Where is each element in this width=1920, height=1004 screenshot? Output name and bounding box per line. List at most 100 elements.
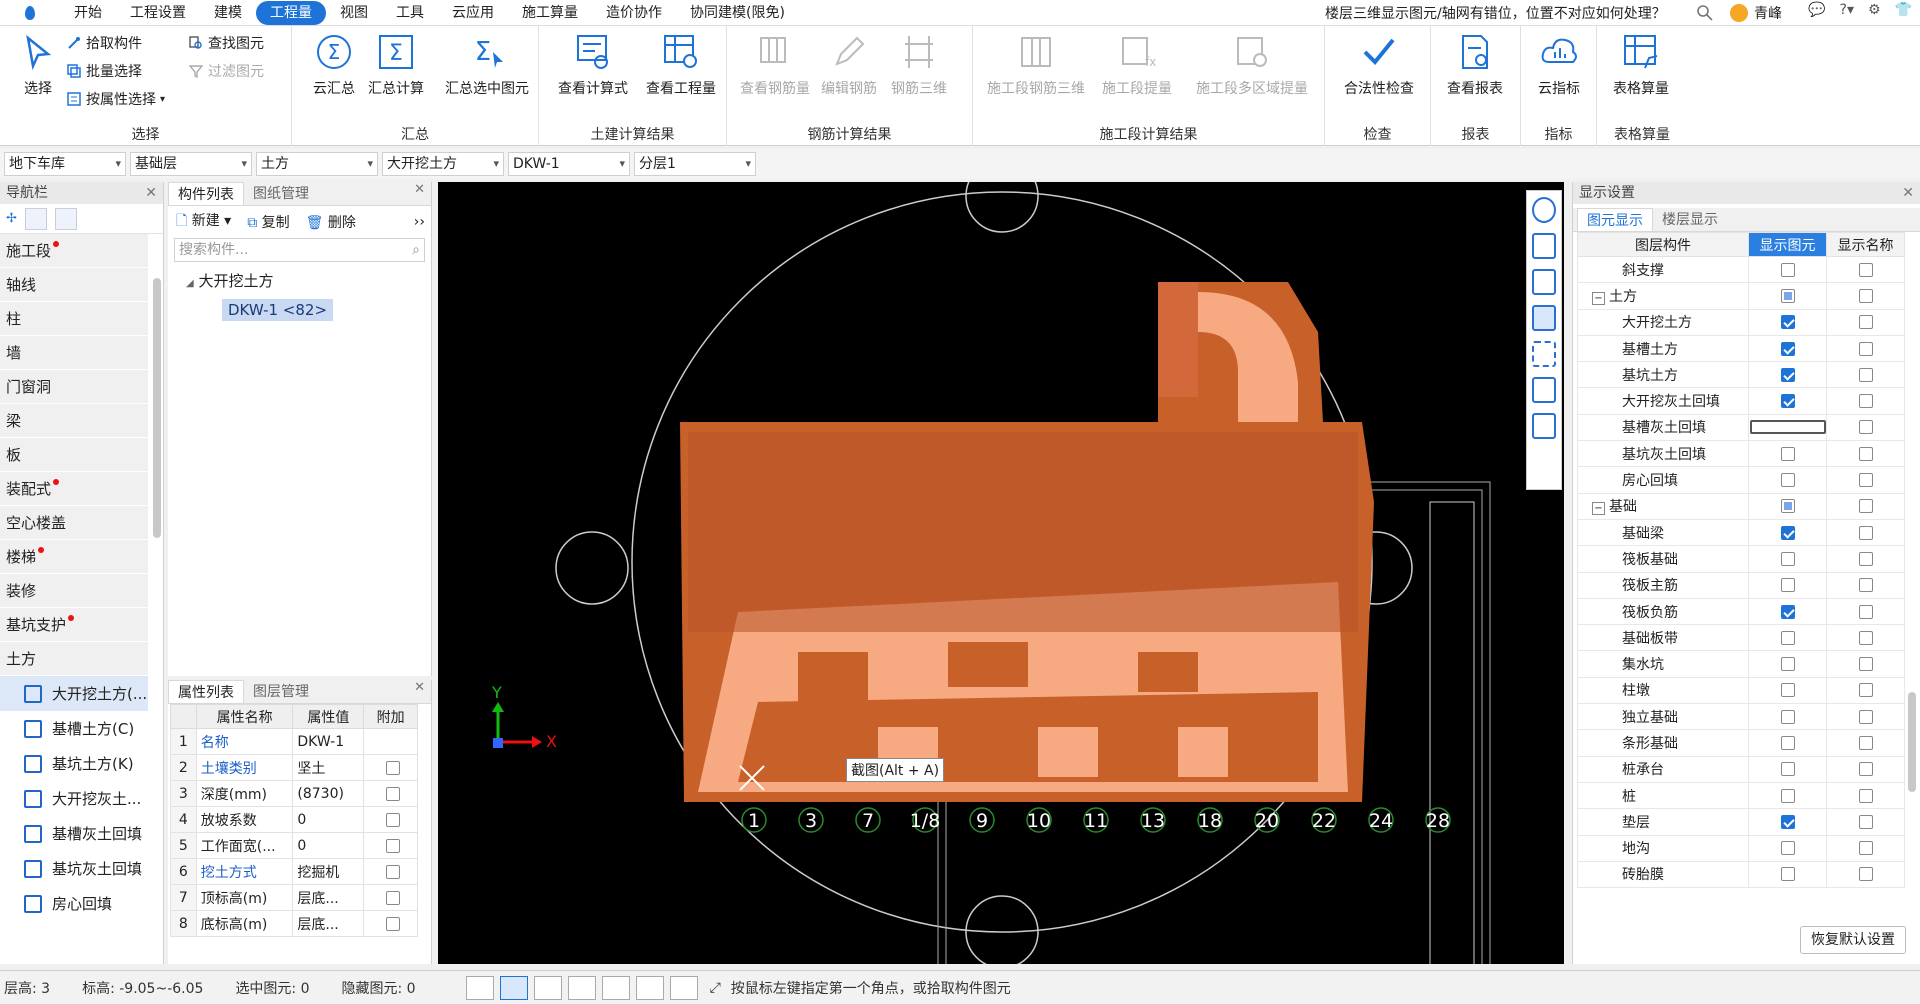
extra-checkbox[interactable] xyxy=(385,916,400,931)
property-name[interactable]: 挖土方式 xyxy=(195,858,294,885)
show-name-cell[interactable] xyxy=(1826,860,1905,889)
nav-category[interactable]: 施工段 xyxy=(0,234,148,268)
menu-item[interactable]: 工具 xyxy=(382,1,438,25)
show-element-cell[interactable] xyxy=(1748,387,1827,415)
stage-multi-button[interactable]: 施工段多区域提量 xyxy=(1187,32,1317,102)
table-row[interactable]: 基槽土方 xyxy=(1577,334,1905,363)
table-row[interactable]: 8 底标高(m) 层底... xyxy=(170,910,418,937)
show-element-checkbox[interactable] xyxy=(1780,551,1795,566)
show-name-cell[interactable] xyxy=(1826,834,1905,862)
show-element-cell[interactable] xyxy=(1748,597,1827,626)
table-row[interactable]: 筏板基础 xyxy=(1577,545,1905,573)
show-element-cell[interactable] xyxy=(1748,676,1827,705)
nav-category[interactable]: 门窗洞 xyxy=(0,370,148,404)
help-icon[interactable]: ?▾ xyxy=(1840,2,1854,18)
show-name-checkbox[interactable] xyxy=(1858,394,1873,409)
show-element-cell[interactable] xyxy=(1748,624,1827,652)
show-name-checkbox[interactable] xyxy=(1858,867,1873,882)
view-rebar-button[interactable]: 查看钢筋量 xyxy=(737,32,813,102)
layer-cube-icon[interactable] xyxy=(1532,377,1556,403)
property-value[interactable]: 层底... xyxy=(292,884,365,911)
show-element-cell[interactable] xyxy=(1748,255,1827,284)
table-row[interactable]: 砖胎膜 xyxy=(1577,860,1905,889)
arc-icon[interactable] xyxy=(669,975,698,1000)
show-name-checkbox[interactable] xyxy=(1858,630,1873,645)
show-name-cell[interactable] xyxy=(1826,361,1905,389)
nav-category[interactable]: 梁 xyxy=(0,404,148,438)
settings-icon[interactable]: ⚙ xyxy=(1868,2,1881,18)
batch-select-button[interactable]: 批量选择 xyxy=(66,60,142,82)
stage-quantity-button[interactable]: fx 施工段提量 xyxy=(1097,32,1177,102)
viewport-canvas[interactable]: X Y 1 3 7 1/8 9 10 11 13 18 20 22 24 28 xyxy=(438,182,1564,964)
help-search-box[interactable]: 楼层三维显示图元/轴网有错位，位置不对应如何处理？ xyxy=(1325,2,1725,24)
show-element-cell[interactable] xyxy=(1748,781,1827,810)
show-element-checkbox[interactable] xyxy=(1780,499,1795,514)
show-element-checkbox[interactable] xyxy=(1780,341,1795,356)
show-element-checkbox[interactable] xyxy=(1780,262,1795,277)
3d-viewport[interactable]: X Y 1 3 7 1/8 9 10 11 13 18 20 22 24 28 xyxy=(438,182,1564,964)
table-row[interactable]: 筏板主筋 xyxy=(1577,571,1905,599)
show-element-checkbox[interactable] xyxy=(1780,762,1795,777)
table-row[interactable]: 地沟 xyxy=(1577,834,1905,862)
table-row[interactable]: 1 名称 DKW-1 xyxy=(170,728,418,755)
table-row[interactable]: 4 放坡系数 0 xyxy=(170,806,418,833)
detail-view-icon[interactable] xyxy=(54,207,77,230)
nav-category[interactable]: 装修 xyxy=(0,574,148,608)
table-row[interactable]: 基础梁 xyxy=(1577,518,1905,547)
cross-select-icon[interactable] xyxy=(533,975,562,1000)
property-value[interactable]: 层底... xyxy=(292,910,365,937)
show-name-cell[interactable] xyxy=(1826,413,1905,442)
cloud-summary-button[interactable]: Σ 云汇总 xyxy=(302,32,366,102)
show-name-cell[interactable] xyxy=(1826,387,1905,415)
table-row[interactable]: 基坑土方 xyxy=(1577,361,1905,389)
show-name-checkbox[interactable] xyxy=(1858,578,1873,593)
extra-checkbox[interactable] xyxy=(385,864,400,879)
show-name-checkbox[interactable] xyxy=(1858,367,1873,382)
table-row[interactable]: − 土方 xyxy=(1577,282,1905,310)
legality-check-button[interactable]: 合法性检查 xyxy=(1337,32,1421,102)
show-name-cell[interactable] xyxy=(1826,308,1905,336)
tab-component-list[interactable]: 构件列表 xyxy=(168,182,244,205)
show-element-cell[interactable] xyxy=(1748,755,1827,783)
nav-subitem[interactable]: 房心回填 xyxy=(0,886,148,921)
show-element-checkbox[interactable] xyxy=(1780,788,1795,803)
property-value[interactable]: 坚土 xyxy=(292,754,365,781)
nav-category[interactable]: 板 xyxy=(0,438,148,472)
show-name-checkbox[interactable] xyxy=(1858,315,1873,330)
cloud-index-button[interactable]: 云指标 xyxy=(1527,32,1591,102)
view-formula-button[interactable]: 查看计算式 xyxy=(553,32,633,102)
user-area[interactable]: 青峰 xyxy=(1730,2,1782,24)
table-row[interactable]: 3 深度(mm) (8730) xyxy=(170,780,418,807)
show-name-checkbox[interactable] xyxy=(1858,341,1873,356)
property-name[interactable]: 放坡系数 xyxy=(195,806,294,833)
table-row[interactable]: 桩承台 xyxy=(1577,755,1905,783)
close-icon[interactable]: ✕ xyxy=(145,182,157,204)
show-name-cell[interactable] xyxy=(1826,624,1905,652)
show-element-cell[interactable] xyxy=(1748,334,1827,363)
angle-icon[interactable] xyxy=(567,975,596,1000)
property-extra[interactable] xyxy=(363,754,418,781)
property-name[interactable]: 工作面宽(... xyxy=(195,832,294,859)
tab-floor-display[interactable]: 楼层显示 xyxy=(1653,208,1727,231)
show-element-cell[interactable] xyxy=(1748,834,1827,862)
show-name-checkbox[interactable] xyxy=(1858,735,1873,750)
stage-rebar-3d-button[interactable]: 施工段钢筋三维 xyxy=(981,32,1091,102)
search-icon[interactable] xyxy=(1695,3,1715,23)
nav-category[interactable]: 轴线 xyxy=(0,268,148,302)
show-element-cell[interactable] xyxy=(1748,492,1827,520)
copy-button[interactable]: ⧉ 复制 xyxy=(247,212,289,232)
show-name-checkbox[interactable] xyxy=(1858,288,1873,303)
show-element-cell[interactable] xyxy=(1748,571,1827,599)
show-name-cell[interactable] xyxy=(1826,571,1905,599)
show-name-cell[interactable] xyxy=(1826,755,1905,783)
show-name-checkbox[interactable] xyxy=(1858,709,1873,724)
nav-category[interactable]: 基坑支护 xyxy=(0,608,148,642)
menu-item[interactable]: 视图 xyxy=(326,1,382,25)
show-name-cell[interactable] xyxy=(1826,492,1905,520)
show-name-checkbox[interactable] xyxy=(1858,262,1873,277)
show-name-cell[interactable] xyxy=(1826,518,1905,547)
close-icon[interactable]: ✕ xyxy=(414,680,425,703)
select-button[interactable]: 选择 xyxy=(6,32,70,102)
property-value[interactable]: (8730) xyxy=(292,780,365,807)
collapse-icon[interactable]: − xyxy=(1592,502,1605,516)
